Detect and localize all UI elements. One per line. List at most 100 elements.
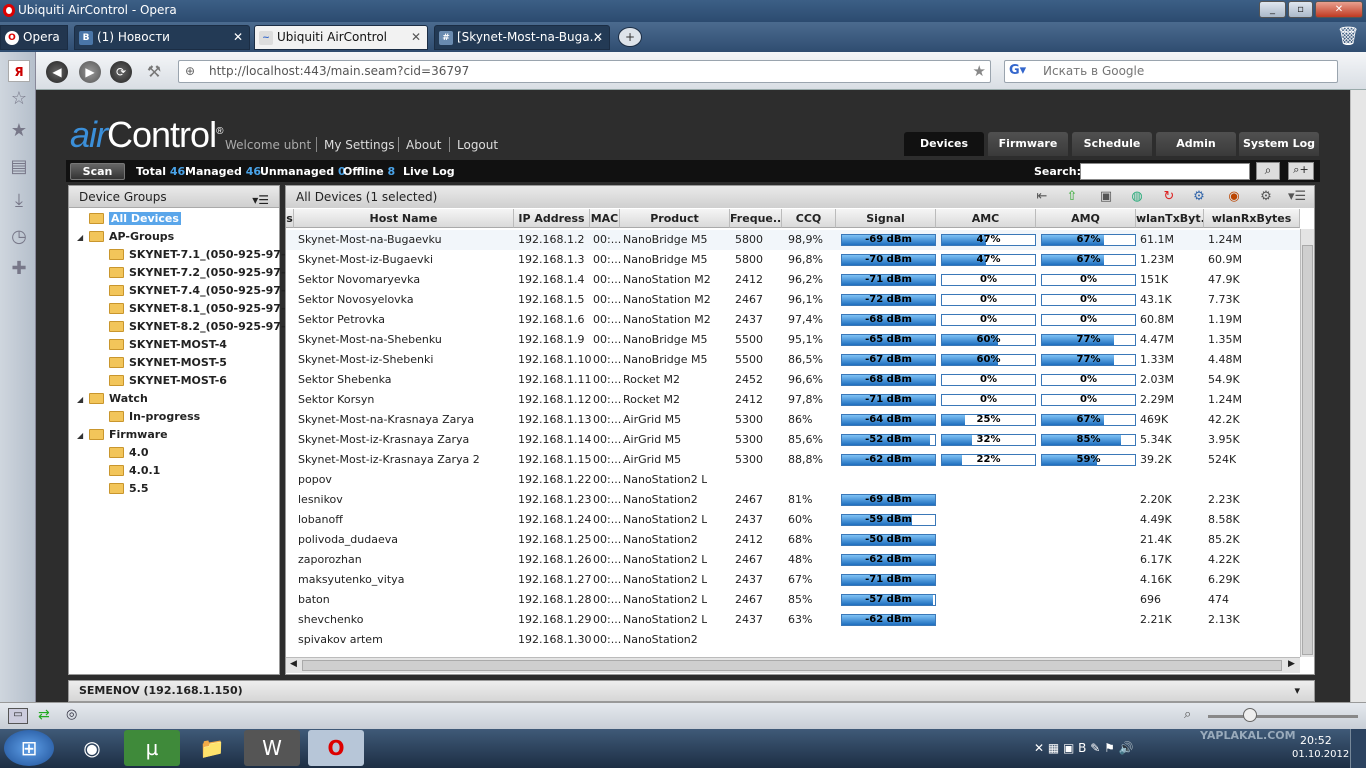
ping-icon[interactable]: ◉ bbox=[1226, 189, 1242, 205]
turbo-icon[interactable]: ◎ bbox=[66, 707, 77, 722]
table-row[interactable]: Skynet-Most-na-Shebenku 192.168.1.9 00:...… bbox=[286, 330, 1300, 350]
reload-button[interactable]: ⟳ bbox=[110, 61, 132, 83]
tab-firmware[interactable]: Firmware bbox=[988, 132, 1068, 156]
bookmarks-icon[interactable]: ★ bbox=[8, 120, 30, 142]
globe-icon[interactable]: ◍ bbox=[1129, 189, 1145, 205]
opera-menu-button[interactable]: O Opera bbox=[0, 25, 68, 50]
table-row[interactable]: Sektor Novosyelovka 192.168.1.5 00:... Nano… bbox=[286, 290, 1300, 310]
explorer-folder-icon[interactable]: 📁 bbox=[184, 730, 240, 766]
group-node[interactable]: SKYNET-7.4_(050-925-97-03) bbox=[109, 283, 306, 299]
settings-gear-icon[interactable]: ⚙ bbox=[1258, 189, 1274, 205]
bookmark-star-icon[interactable]: ☆ bbox=[8, 88, 30, 110]
url-field[interactable]: ⊕ ★ bbox=[178, 60, 991, 83]
advanced-search-icon[interactable]: ⌕+ bbox=[1288, 162, 1314, 180]
tab-skynet[interactable]: # [Skynet-Most-na-Buga... ✕ bbox=[434, 25, 610, 50]
tab-news[interactable]: B (1) Новости ✕ bbox=[74, 25, 250, 50]
clock-date[interactable]: 01.10.2012 bbox=[1292, 749, 1349, 760]
media-app-icon[interactable]: ◉ bbox=[64, 730, 120, 766]
close-tab-icon[interactable]: ✕ bbox=[233, 26, 243, 49]
back-button[interactable]: ◀ bbox=[46, 61, 68, 83]
search-input[interactable] bbox=[1043, 64, 1323, 78]
group-node[interactable]: SKYNET-MOST-6 bbox=[109, 373, 227, 389]
show-desktop-button[interactable] bbox=[1350, 729, 1366, 768]
move-left-icon[interactable]: ⇤ bbox=[1034, 189, 1050, 205]
close-tab-icon[interactable]: ✕ bbox=[411, 26, 421, 49]
scroll-thumb[interactable] bbox=[302, 660, 1282, 671]
group-node[interactable]: Watch bbox=[89, 391, 148, 407]
search-field[interactable]: G▾ bbox=[1004, 60, 1338, 83]
group-node[interactable]: All Devices bbox=[89, 211, 181, 227]
zoom-icon[interactable]: ⌕ bbox=[1184, 707, 1191, 722]
downloads-icon[interactable]: ⤓ bbox=[8, 190, 30, 212]
table-row[interactable]: shevchenko 192.168.1.29 00:... NanoStation2… bbox=[286, 610, 1300, 630]
url-input[interactable] bbox=[209, 64, 949, 78]
close-window-button[interactable]: ✕ bbox=[1315, 1, 1363, 18]
panel-menu-icon[interactable]: ▾☰ bbox=[252, 189, 269, 211]
table-row[interactable]: Sektor Petrovka 192.168.1.6 00:... NanoStat… bbox=[286, 310, 1300, 330]
column-menu-icon[interactable]: ▾☰ bbox=[1288, 189, 1306, 205]
table-row[interactable]: baton 192.168.1.28 00:... NanoStation2 L 246… bbox=[286, 590, 1300, 610]
table-row[interactable]: lesnikov 192.168.1.23 00:... NanoStation2 24… bbox=[286, 490, 1300, 510]
about-link[interactable]: About bbox=[406, 138, 441, 152]
zoom-slider-handle[interactable] bbox=[1243, 708, 1257, 722]
group-node[interactable]: 4.0.1 bbox=[109, 463, 160, 479]
reboot-icon[interactable]: ↻ bbox=[1161, 189, 1177, 205]
table-row[interactable]: Skynet-Most-na-Krasnaya Zarya 192.168.1.1… bbox=[286, 410, 1300, 430]
table-row[interactable]: Sektor Korsyn 192.168.1.12 00:... Rocket M2… bbox=[286, 390, 1300, 410]
clock-time[interactable]: 20:52 bbox=[1300, 734, 1332, 747]
group-node[interactable]: SKYNET-7.1_(050-925-97-03) bbox=[109, 247, 306, 263]
table-row[interactable]: Skynet-Most-na-Bugaevku 192.168.1.2 00:...… bbox=[286, 230, 1300, 250]
tab-admin[interactable]: Admin bbox=[1156, 132, 1236, 156]
group-node[interactable]: SKYNET-7.2_(050-925-97-03) bbox=[109, 265, 306, 281]
sync-icon[interactable]: ⇄ bbox=[38, 707, 50, 723]
group-node[interactable]: SKYNET-8.2_(050-925-97-03) bbox=[109, 319, 306, 335]
tab-schedule[interactable]: Schedule bbox=[1072, 132, 1152, 156]
column-header-rx[interactable]: wlanRxBytes bbox=[1204, 209, 1300, 228]
column-header-tx[interactable]: wlanTxByt... bbox=[1136, 209, 1204, 228]
table-horizontal-scrollbar[interactable]: ◀ ▶ bbox=[286, 657, 1300, 673]
search-icon[interactable]: ⌕ bbox=[1256, 162, 1280, 180]
column-header-mac[interactable]: MAC bbox=[590, 209, 620, 228]
column-header-ccq[interactable]: CCQ bbox=[782, 209, 836, 228]
table-row[interactable]: Skynet-Most-iz-Krasnaya Zarya 2 192.168.1… bbox=[286, 450, 1300, 470]
column-header-host[interactable]: Host Name bbox=[294, 209, 514, 228]
group-node[interactable]: In-progress bbox=[109, 409, 200, 425]
history-icon[interactable]: ◷ bbox=[8, 226, 30, 248]
table-row[interactable]: Skynet-Most-iz-Krasnaya Zarya 192.168.1.1… bbox=[286, 430, 1300, 450]
tab-aircontrol[interactable]: ~ Ubiquiti AirControl ✕ bbox=[254, 25, 428, 50]
zoom-slider[interactable] bbox=[1208, 715, 1358, 718]
group-node[interactable]: SKYNET-MOST-4 bbox=[109, 337, 227, 353]
column-header-freq[interactable]: Freque... bbox=[730, 209, 782, 228]
scroll-thumb[interactable] bbox=[1302, 245, 1313, 655]
start-button[interactable]: ⊞ bbox=[4, 730, 54, 766]
network-icon[interactable]: ⚙ bbox=[1191, 189, 1207, 205]
table-row[interactable]: Skynet-Most-iz-Bugaevki 192.168.1.3 00:...… bbox=[286, 250, 1300, 270]
tab-devices[interactable]: Devices bbox=[904, 132, 984, 156]
my-settings-link[interactable]: My Settings bbox=[324, 138, 395, 152]
live-log-link[interactable]: Live Log bbox=[403, 165, 455, 178]
device-search-input[interactable] bbox=[1080, 163, 1250, 180]
tab-system-log[interactable]: System Log bbox=[1239, 132, 1319, 156]
group-node[interactable]: AP-Groups bbox=[89, 229, 174, 245]
column-header-ip[interactable]: IP Address bbox=[514, 209, 590, 228]
expand-icon[interactable]: ▾ bbox=[1294, 681, 1300, 701]
group-node[interactable]: 4.0 bbox=[109, 445, 149, 461]
offline-count[interactable]: Offline 8 bbox=[343, 165, 395, 178]
table-row[interactable]: lobanoff 192.168.1.24 00:... NanoStation2 L… bbox=[286, 510, 1300, 530]
page-scrollbar[interactable] bbox=[1350, 90, 1366, 702]
utorrent-icon[interactable]: µ bbox=[124, 730, 180, 766]
column-header-amc[interactable]: AMC bbox=[936, 209, 1036, 228]
column-header-signal[interactable]: Signal bbox=[836, 209, 936, 228]
table-row[interactable]: spivakov artem 192.168.1.30 00:... NanoStat… bbox=[286, 630, 1300, 650]
forward-button[interactable]: ▶ bbox=[79, 61, 101, 83]
google-icon[interactable]: G▾ bbox=[1009, 63, 1026, 78]
trash-icon[interactable]: 🗑 bbox=[1334, 25, 1362, 50]
logout-link[interactable]: Logout bbox=[457, 138, 498, 152]
group-node[interactable]: SKYNET-MOST-5 bbox=[109, 355, 227, 371]
upgrade-icon[interactable]: ⇧ bbox=[1064, 189, 1080, 205]
group-node[interactable]: Firmware bbox=[89, 427, 168, 443]
expand-toggle-icon[interactable]: ◢ bbox=[77, 395, 83, 404]
scroll-right-icon[interactable]: ▶ bbox=[1288, 659, 1295, 669]
clipboard-icon[interactable]: ▣ bbox=[1098, 189, 1114, 205]
column-header-s[interactable]: s bbox=[286, 209, 294, 228]
